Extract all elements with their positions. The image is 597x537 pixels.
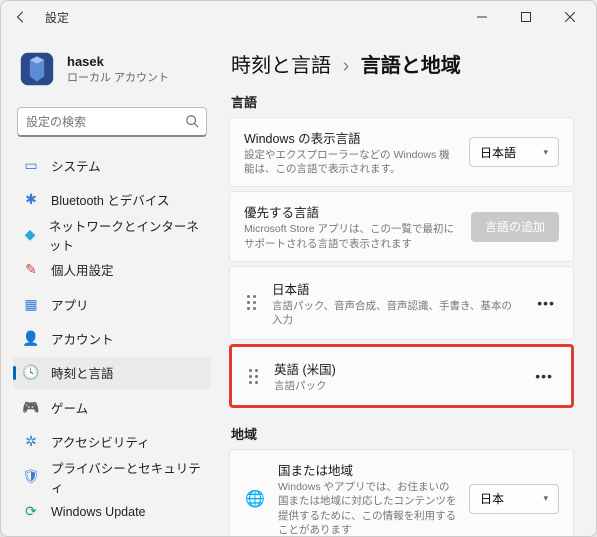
display-language-title: Windows の表示言語 bbox=[244, 128, 457, 147]
sidebar-item-gaming[interactable]: 🎮ゲーム bbox=[13, 391, 211, 423]
country-region-select[interactable]: 日本 ▾ bbox=[469, 484, 559, 514]
search-box bbox=[17, 107, 207, 137]
display-language-sub: 設定やエクスプローラーなどの Windows 機能は、この言語で表示されます。 bbox=[244, 148, 457, 176]
system-icon: ▭ bbox=[23, 157, 39, 173]
language-features: 言語パック、音声合成、音声認識、手書き、基本の入力 bbox=[272, 299, 519, 327]
sidebar-item-accessibility[interactable]: ✲アクセシビリティ bbox=[13, 425, 211, 457]
section-region: 地域 bbox=[231, 424, 574, 443]
profile-name: hasek bbox=[67, 54, 169, 69]
display-language-select[interactable]: 日本語 ▾ bbox=[469, 137, 559, 167]
section-language: 言語 bbox=[231, 92, 574, 111]
apps-icon: ▦ bbox=[23, 296, 39, 312]
sidebar-item-privacy[interactable]: 🛡プライバシーとセキュリティ bbox=[13, 460, 211, 494]
add-language-button[interactable]: 言語の追加 bbox=[471, 212, 559, 242]
preferred-language-card: 優先する言語 Microsoft Store アプリは、この一覧で最初にサポート… bbox=[229, 191, 574, 261]
sidebar-item-time-language[interactable]: 🕓時刻と言語 bbox=[13, 357, 211, 389]
breadcrumb-separator: › bbox=[343, 55, 350, 77]
sidebar-item-system[interactable]: ▭システム bbox=[13, 149, 211, 181]
accounts-icon: 👤 bbox=[23, 330, 39, 346]
display-language-card: Windows の表示言語 設定やエクスプローラーなどの Windows 機能は… bbox=[229, 117, 574, 187]
more-options-button[interactable]: ••• bbox=[531, 364, 557, 388]
drag-handle-icon[interactable] bbox=[246, 369, 260, 384]
close-button[interactable] bbox=[548, 1, 592, 33]
breadcrumb-current: 言語と地域 bbox=[361, 55, 461, 77]
drag-handle-icon[interactable] bbox=[244, 295, 258, 310]
windows-update-icon: ⟳ bbox=[23, 504, 39, 520]
profile[interactable]: hasek ローカル アカウント bbox=[13, 41, 211, 101]
sidebar-item-network[interactable]: ◆ネットワークとインターネット bbox=[13, 218, 211, 252]
sidebar-item-personalization[interactable]: ✎個人用設定 bbox=[13, 254, 211, 286]
time-language-icon: 🕓 bbox=[23, 365, 39, 381]
language-item-japanese[interactable]: 日本語 言語パック、音声合成、音声認識、手書き、基本の入力 ••• bbox=[229, 266, 574, 340]
personalization-icon: ✎ bbox=[23, 262, 39, 278]
accessibility-icon: ✲ bbox=[23, 433, 39, 449]
arrow-left-icon bbox=[14, 10, 28, 24]
bluetooth-icon: ✱ bbox=[23, 191, 39, 207]
titlebar: 設定 bbox=[1, 1, 596, 33]
breadcrumb-parent[interactable]: 時刻と言語 bbox=[231, 55, 331, 77]
back-button[interactable] bbox=[5, 1, 37, 33]
globe-icon: 🌐 bbox=[244, 489, 266, 509]
country-region-title: 国または地域 bbox=[278, 460, 457, 479]
close-icon bbox=[565, 12, 575, 22]
privacy-icon: 🛡 bbox=[23, 469, 39, 485]
minimize-button[interactable] bbox=[460, 1, 504, 33]
language-name: 日本語 bbox=[272, 279, 519, 298]
profile-account-type: ローカル アカウント bbox=[67, 69, 169, 85]
settings-window: 設定 hasek ローカル アカウント ▭システム ✱Blu bbox=[0, 0, 597, 537]
sidebar-item-accounts[interactable]: 👤アカウント bbox=[13, 322, 211, 354]
window-controls bbox=[460, 1, 592, 33]
maximize-button[interactable] bbox=[504, 1, 548, 33]
country-region-sub: Windows やアプリでは、お住まいの国または地域に対応したコンテンツを提供す… bbox=[278, 480, 457, 536]
language-item-english-us[interactable]: 英語 (米国) 言語パック ••• bbox=[229, 344, 574, 408]
country-region-card: 🌐 国または地域 Windows やアプリでは、お住まいの国または地域に対応した… bbox=[229, 449, 574, 536]
sidebar-item-apps[interactable]: ▦アプリ bbox=[13, 288, 211, 320]
network-icon: ◆ bbox=[23, 227, 37, 243]
breadcrumb: 時刻と言語 › 言語と地域 bbox=[231, 49, 574, 78]
gaming-icon: 🎮 bbox=[23, 399, 39, 415]
language-features: 言語パック bbox=[274, 379, 517, 393]
more-options-button[interactable]: ••• bbox=[533, 291, 559, 315]
preferred-language-sub: Microsoft Store アプリは、この一覧で最初にサポートされる言語で表… bbox=[244, 222, 459, 250]
sidebar-item-windows-update[interactable]: ⟳Windows Update bbox=[13, 496, 211, 528]
minimize-icon bbox=[477, 12, 487, 22]
profile-avatar bbox=[17, 49, 57, 89]
search-input[interactable] bbox=[17, 107, 207, 137]
maximize-icon bbox=[521, 12, 531, 22]
main-content: 時刻と言語 › 言語と地域 言語 Windows の表示言語 設定やエクスプロー… bbox=[219, 33, 596, 536]
chevron-down-icon: ▾ bbox=[543, 147, 548, 158]
chevron-down-icon: ▾ bbox=[543, 493, 548, 504]
language-name: 英語 (米国) bbox=[274, 359, 517, 378]
search-icon bbox=[185, 114, 199, 133]
window-title: 設定 bbox=[45, 9, 460, 26]
preferred-language-title: 優先する言語 bbox=[244, 202, 459, 221]
sidebar: hasek ローカル アカウント ▭システム ✱Bluetooth とデバイス … bbox=[1, 33, 219, 536]
sidebar-item-bluetooth[interactable]: ✱Bluetooth とデバイス bbox=[13, 183, 211, 215]
